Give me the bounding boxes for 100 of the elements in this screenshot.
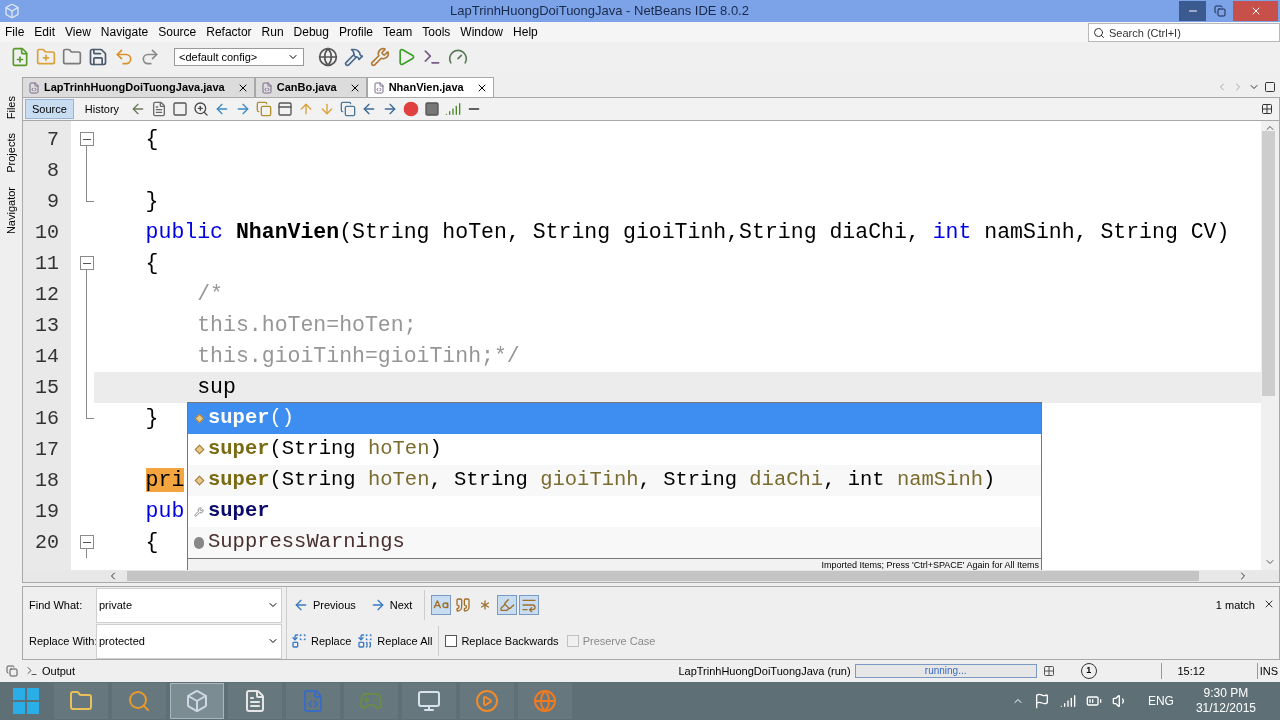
search-icon[interactable] <box>193 101 210 117</box>
arrow-left-icon <box>293 597 309 613</box>
previous-button[interactable]: Previous <box>291 596 358 614</box>
terminal-icon <box>26 665 38 677</box>
menu-item[interactable]: Tools <box>417 23 456 41</box>
taskbar-app[interactable] <box>170 683 224 719</box>
tab-label: CanBo.java <box>276 80 337 96</box>
menu-item[interactable]: Source <box>153 23 202 41</box>
line-number: 7 <box>46 127 60 153</box>
document-icon <box>301 689 325 713</box>
clock-time[interactable]: 9:30 PM <box>1203 686 1249 701</box>
code-line: { <box>144 529 159 557</box>
menu-item[interactable]: Profile <box>334 23 378 41</box>
restore-icon[interactable] <box>6 665 18 677</box>
wrap-toggle[interactable] <box>519 595 540 615</box>
text-field[interactable]: protected <box>96 623 282 659</box>
editor-tab[interactable]: LapTrinhHuongDoiTuongJava.java <box>22 77 255 97</box>
new-file-icon[interactable] <box>10 47 30 67</box>
menu-item[interactable]: File <box>0 23 30 41</box>
taskbar-app[interactable] <box>402 683 456 719</box>
line-number: 16 <box>34 406 60 432</box>
taskbar-app[interactable] <box>54 683 108 719</box>
chart-icon[interactable] <box>445 101 462 117</box>
clock-date[interactable]: 31/12/2015 <box>1195 701 1256 716</box>
fold-toggle[interactable] <box>80 535 94 549</box>
completion-item[interactable]: SuppressWarnings <box>188 527 1041 558</box>
view-tab[interactable]: History <box>78 99 126 119</box>
side-tab[interactable]: Files <box>2 96 20 120</box>
folder-icon[interactable] <box>62 47 82 67</box>
checkbox[interactable] <box>445 635 458 647</box>
taskbar-app[interactable] <box>228 683 282 719</box>
replace-all-button[interactable]: Replace All <box>357 632 433 650</box>
square-icon[interactable] <box>172 101 189 117</box>
letters-toggle[interactable] <box>431 595 452 615</box>
panel-icon[interactable] <box>277 101 294 117</box>
globe-icon[interactable] <box>318 47 338 67</box>
menu-item[interactable]: Edit <box>29 23 61 41</box>
scrollbar-thumb[interactable] <box>127 571 1199 581</box>
output-tab[interactable]: Output <box>26 662 76 680</box>
line-number: 20 <box>34 530 60 556</box>
language-indicator[interactable]: ENG <box>1147 692 1174 710</box>
code-line: pub <box>144 498 185 526</box>
signal-icon[interactable] <box>1059 693 1076 709</box>
editor-tab[interactable]: NhanVien.java <box>366 77 494 97</box>
wrap-icon <box>521 597 538 613</box>
copy-icon[interactable] <box>256 101 273 117</box>
line-number: 14 <box>34 344 60 370</box>
completion-text: super() <box>208 405 295 432</box>
code-line: } <box>144 405 159 433</box>
save-icon[interactable] <box>88 47 108 67</box>
hammer-icon[interactable] <box>344 47 364 67</box>
stack-icon[interactable] <box>340 101 357 117</box>
terminal-icon[interactable] <box>422 47 442 67</box>
config-dropdown[interactable]: <default config> <box>174 48 304 66</box>
split-icon[interactable] <box>1261 103 1273 115</box>
checkbox-label: Preserve Case <box>582 633 656 649</box>
menu-item[interactable]: Debug <box>288 23 334 41</box>
new-folder-icon[interactable] <box>36 47 56 67</box>
gauge-icon[interactable] <box>448 47 468 67</box>
side-tab[interactable]: Navigator <box>2 187 20 235</box>
menu-item[interactable]: Navigate <box>95 23 154 41</box>
next-button[interactable]: Next <box>367 596 415 614</box>
fold-toggle[interactable] <box>80 132 94 146</box>
search-field[interactable]: Search (Ctrl+I) <box>1088 23 1280 42</box>
battery-icon[interactable] <box>1085 693 1102 709</box>
fold-toggle[interactable] <box>80 256 94 270</box>
run-icon[interactable] <box>396 47 416 67</box>
play-icon <box>475 689 499 713</box>
editor-tab[interactable]: CanBo.java <box>254 77 367 97</box>
completion-item[interactable]: super(String hoTen, String gioiTinh, String diaChi, int namSinh) <box>188 465 1041 496</box>
taskbar-app[interactable] <box>112 683 166 719</box>
text-field[interactable]: private <box>96 587 282 623</box>
close-icon[interactable] <box>1263 598 1275 610</box>
menu-item[interactable]: Window <box>455 23 509 41</box>
menu-item[interactable]: Team <box>378 23 418 41</box>
undo-icon[interactable] <box>114 47 134 67</box>
monitor-icon <box>417 689 441 713</box>
replace-button[interactable]: Replace <box>291 632 352 650</box>
record-icon[interactable] <box>403 101 420 117</box>
code-line: { <box>144 250 159 278</box>
globe-icon <box>533 689 557 713</box>
document-icon[interactable] <box>151 101 168 117</box>
menu-item[interactable]: Refactor <box>201 23 257 41</box>
view-tab[interactable]: Source <box>25 99 74 119</box>
maximize-icon[interactable] <box>1264 81 1276 93</box>
menu-item[interactable]: Help <box>508 23 543 41</box>
horizontal-scrollbar[interactable] <box>22 570 1280 583</box>
wrench-icon[interactable] <box>370 47 390 67</box>
menu-item[interactable]: View <box>60 23 96 41</box>
side-tab[interactable]: Projects <box>2 133 20 173</box>
highlighter-toggle[interactable] <box>497 595 518 615</box>
minimize-button[interactable] <box>1179 1 1206 21</box>
scrollbar-thumb[interactable] <box>1262 131 1275 396</box>
field-label: Replace With: <box>28 633 96 649</box>
quote-icon <box>455 597 472 613</box>
search-icon <box>1093 27 1105 39</box>
menu-item[interactable]: Run <box>256 23 289 41</box>
flag-icon[interactable] <box>1033 693 1050 709</box>
vertical-scrollbar[interactable] <box>1261 121 1279 570</box>
redo-icon[interactable] <box>140 47 160 67</box>
